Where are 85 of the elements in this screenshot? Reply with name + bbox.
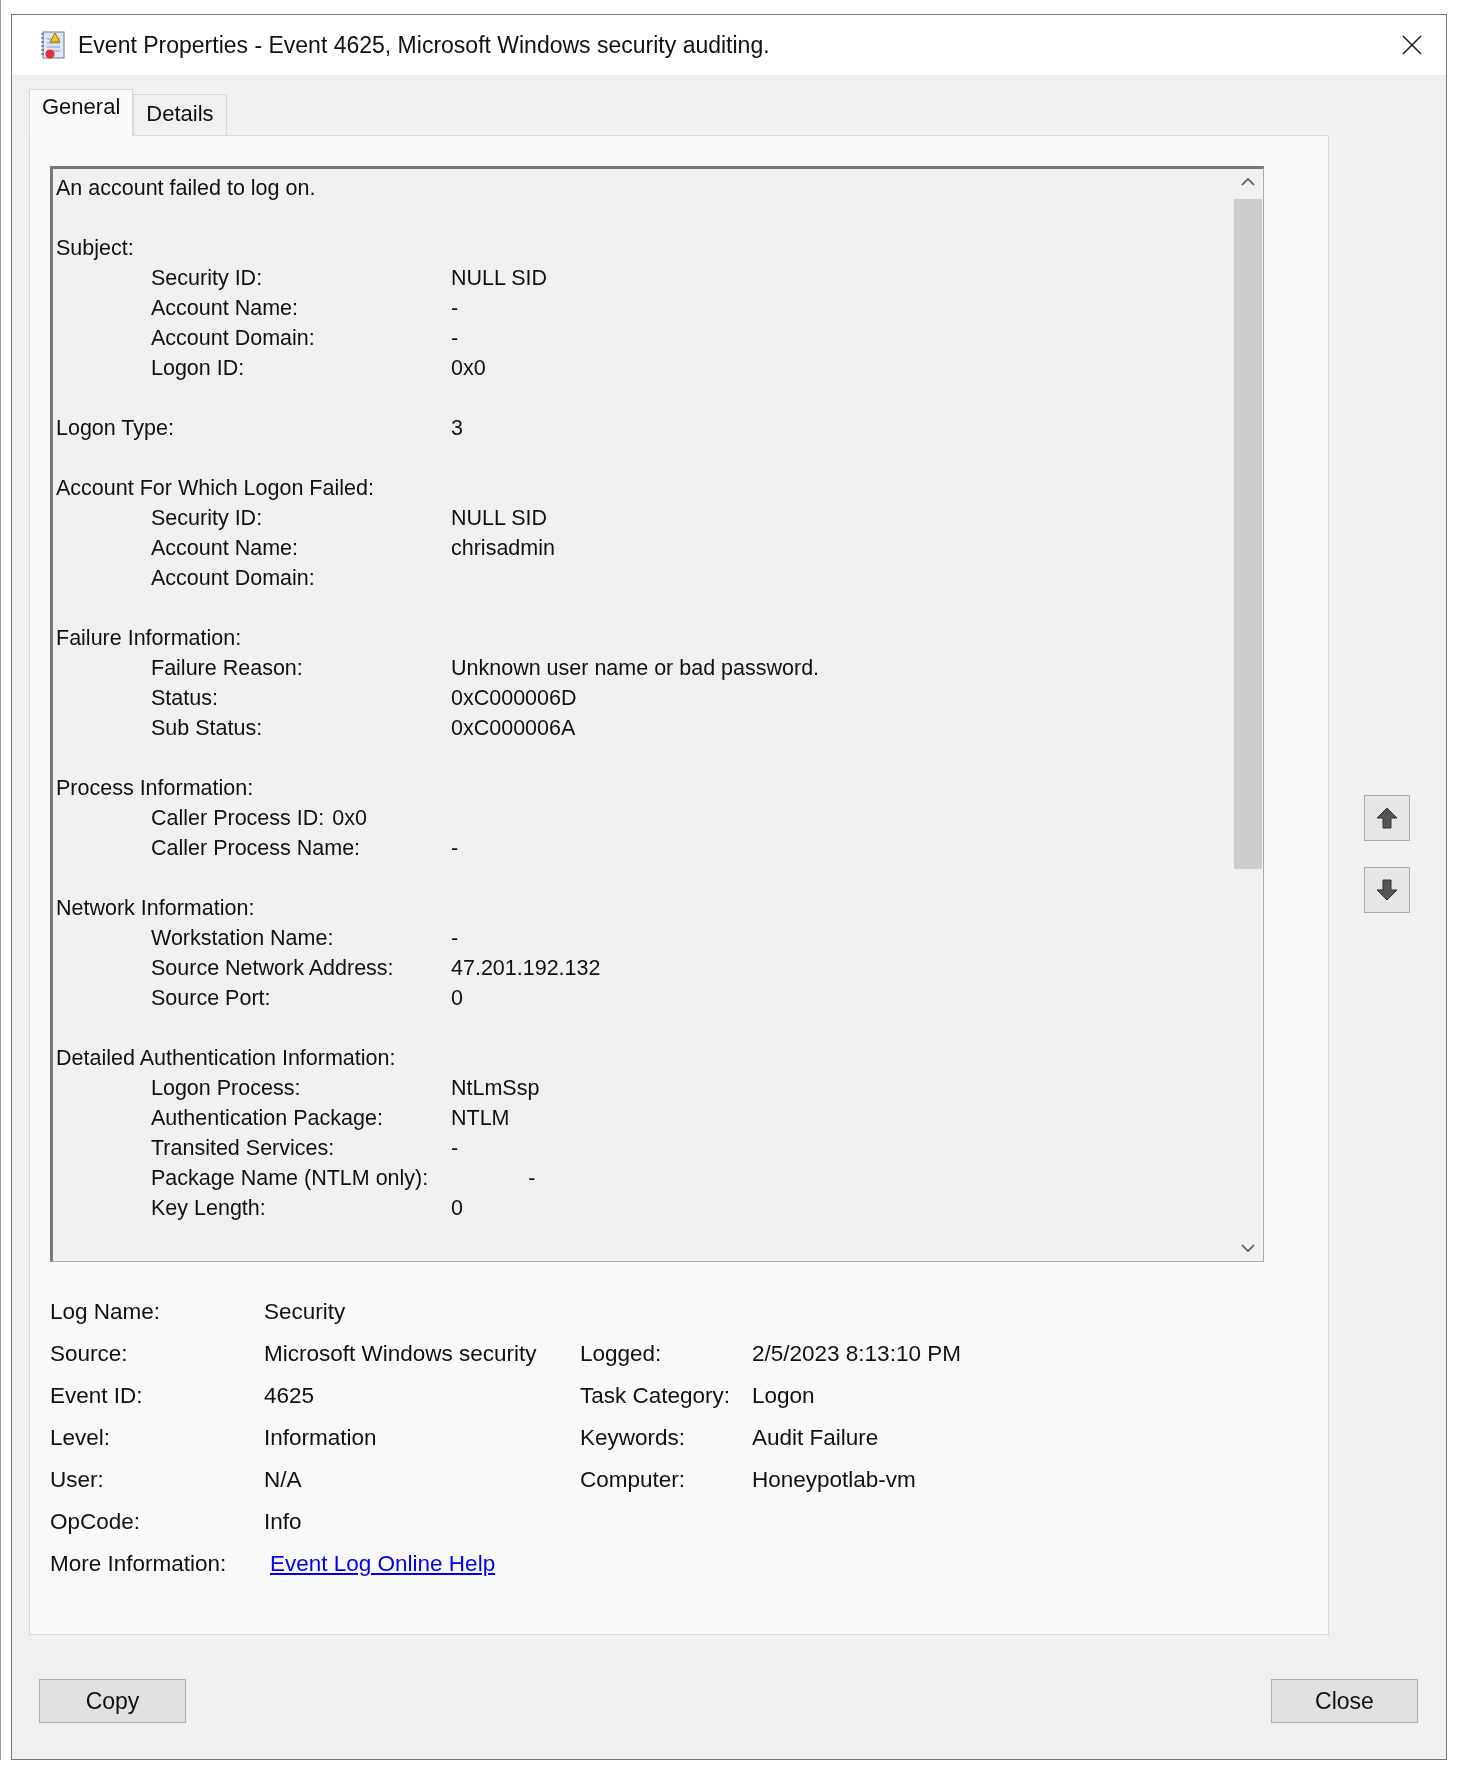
- property-value: Audit Failure: [752, 1424, 880, 1452]
- field-value: 0: [451, 985, 463, 1012]
- property-value: 2/5/2023 8:13:10 PM: [752, 1340, 962, 1368]
- property-value: Microsoft Windows security: [264, 1340, 538, 1368]
- next-event-button[interactable]: [1364, 867, 1410, 913]
- field-label: Account Name:: [151, 535, 299, 562]
- section-heading: Logon Type:: [56, 415, 175, 442]
- field-value: 3: [451, 415, 463, 442]
- section-heading: Failure Information:: [56, 625, 243, 652]
- section-heading: Detailed Authentication Information:: [56, 1045, 397, 1072]
- field-label: Security ID:: [151, 265, 264, 292]
- field-label: Status:: [151, 685, 219, 712]
- description-text: An account failed to log on.: [56, 175, 317, 202]
- field-value: NtLmSsp: [451, 1075, 540, 1102]
- field-value: -: [451, 835, 459, 862]
- close-button[interactable]: Close: [1271, 1679, 1418, 1723]
- field-label: Logon Process:: [151, 1075, 302, 1102]
- field-value: -: [451, 325, 459, 352]
- field-value: 47.201.192.132: [451, 955, 601, 982]
- field-label: Workstation Name:: [151, 925, 335, 952]
- field-value: Unknown user name or bad password.: [451, 655, 820, 682]
- property-label: Level:: [50, 1424, 112, 1452]
- section-heading: Process Information:: [56, 775, 255, 802]
- property-label: Task Category:: [580, 1382, 732, 1410]
- field-value: -: [528, 1165, 536, 1192]
- section-heading: Account For Which Logon Failed:: [56, 475, 375, 502]
- property-value: Security: [264, 1298, 347, 1326]
- description-box[interactable]: [50, 166, 1264, 1262]
- field-value: -: [451, 925, 459, 952]
- property-label: OpCode:: [50, 1508, 142, 1536]
- field-label: Caller Process ID:: [151, 805, 325, 832]
- property-label: Event ID:: [50, 1382, 144, 1410]
- field-value: 0xC000006D: [451, 685, 577, 712]
- field-value: 0xC000006A: [451, 715, 576, 742]
- field-label: Authentication Package:: [151, 1105, 384, 1132]
- field-label: Caller Process Name:: [151, 835, 362, 862]
- field-label: Account Name:: [151, 295, 299, 322]
- up-arrow-icon: [1374, 805, 1400, 831]
- field-label: Account Domain:: [151, 325, 316, 352]
- field-label: Account Domain:: [151, 565, 316, 592]
- property-label: User:: [50, 1466, 105, 1494]
- property-value: N/A: [264, 1466, 303, 1494]
- property-value: Info: [264, 1508, 303, 1536]
- field-label: Logon ID:: [151, 355, 246, 382]
- field-label: Package Name (NTLM only):: [151, 1165, 429, 1192]
- property-label: Source:: [50, 1340, 129, 1368]
- property-label: Log Name:: [50, 1298, 162, 1326]
- field-label: Failure Reason:: [151, 655, 304, 682]
- property-label: Logged:: [580, 1340, 663, 1368]
- field-value: 0x0: [451, 355, 486, 382]
- property-value: Honeypotlab-vm: [752, 1466, 917, 1494]
- field-value: -: [451, 295, 459, 322]
- scroll-up-icon[interactable]: [1241, 177, 1255, 187]
- scroll-thumb[interactable]: [1234, 199, 1262, 869]
- field-value: 0x0: [332, 805, 367, 832]
- property-label: Computer:: [580, 1466, 687, 1494]
- field-value: NULL SID: [451, 505, 547, 532]
- field-label: Security ID:: [151, 505, 264, 532]
- copy-button[interactable]: Copy: [39, 1679, 186, 1723]
- previous-event-button[interactable]: [1364, 795, 1410, 841]
- section-heading: Network Information:: [56, 895, 256, 922]
- field-value: chrisadmin: [451, 535, 555, 562]
- field-value: NTLM: [451, 1105, 510, 1132]
- scroll-down-icon[interactable]: [1241, 1243, 1255, 1253]
- help-link[interactable]: Event Log Online Help: [270, 1548, 580, 1579]
- tab[interactable]: Details: [133, 94, 227, 135]
- property-value: 4625: [264, 1382, 316, 1410]
- event-log-icon: [40, 30, 66, 60]
- property-label: Keywords:: [580, 1424, 687, 1452]
- field-label: Source Port:: [151, 985, 272, 1012]
- down-arrow-icon: [1374, 877, 1400, 903]
- field-label: Sub Status:: [151, 715, 264, 742]
- field-value: -: [451, 1135, 459, 1162]
- field-label: Source Network Address:: [151, 955, 395, 982]
- property-label: More Information:: [50, 1550, 228, 1578]
- close-icon[interactable]: [1402, 35, 1422, 55]
- section-heading: Subject:: [56, 235, 135, 262]
- field-label: Key Length:: [151, 1195, 267, 1222]
- window-title: Event Properties - Event 4625, Microsoft Windows security auditing.: [78, 31, 771, 59]
- field-label: Transited Services:: [151, 1135, 336, 1162]
- property-value: Logon: [752, 1382, 816, 1410]
- field-value: 0: [451, 1195, 463, 1222]
- field-value: NULL SID: [451, 265, 547, 292]
- property-value: Information: [264, 1424, 378, 1452]
- tab[interactable]: General: [29, 89, 134, 136]
